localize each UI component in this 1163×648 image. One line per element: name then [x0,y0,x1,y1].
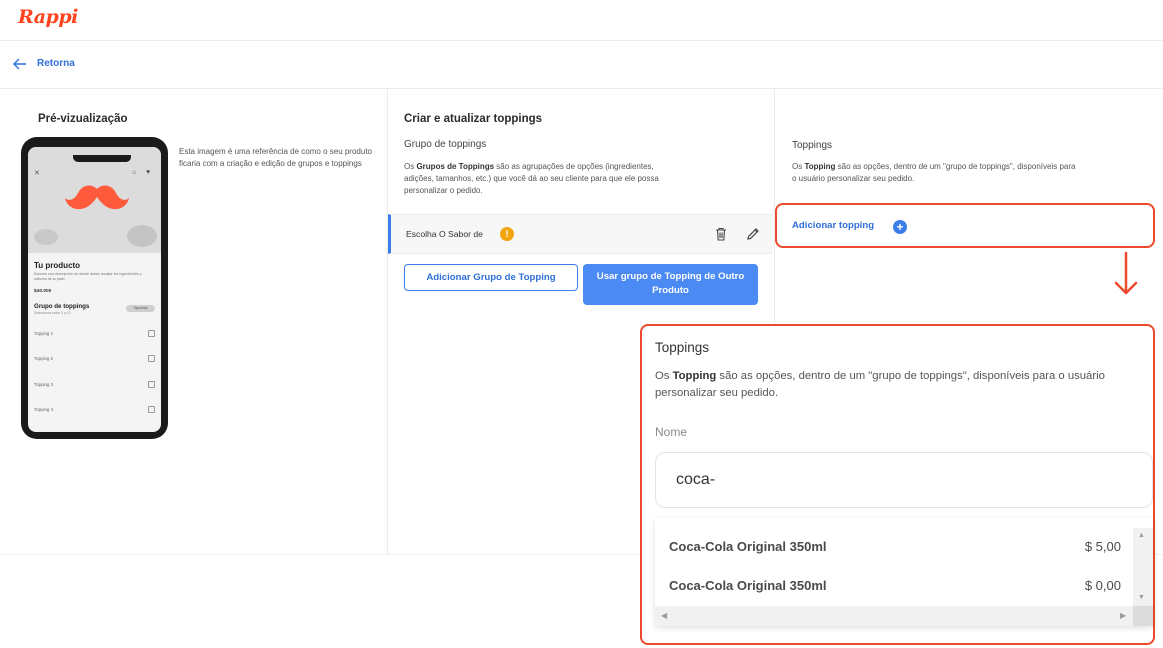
checkbox-icon [148,381,155,388]
autocomplete-dropdown: Coca-Cola Original 350ml $ 5,00 Coca-Col… [655,518,1153,626]
create-title: Criar e atualizar toppings [404,113,543,125]
arrow-left-icon[interactable] [12,56,28,72]
phone-optional-badge: Opcional [126,305,155,312]
scroll-up-icon[interactable]: ▲ [1138,532,1145,539]
arrow-down-icon [1114,251,1138,295]
preview-description: Esta imagem é uma referência de como o s… [179,147,372,168]
group-description: Os Grupos de Toppings são as agrupações … [404,162,659,195]
back-link[interactable]: Retorna [37,58,75,69]
checkbox-icon [148,330,155,337]
phone-topping-item: Topping 4 [34,405,155,415]
toppings-title: Toppings [792,140,833,151]
toppings-description: Os Topping são as opções, dentro de um "… [792,162,1076,183]
mustache-icon [65,185,129,210]
preview-title: Pré-vizualização [38,113,128,125]
scroll-right-icon[interactable]: ▶ [1120,611,1126,620]
topping-name-input[interactable]: coca- [655,452,1153,508]
trash-icon[interactable] [713,226,729,242]
close-icon: ✕ [34,170,40,177]
checkbox-icon [148,406,155,413]
horizontal-scrollbar[interactable]: ◀ ▶ [655,606,1133,626]
back-row: Retorna [0,41,1163,89]
name-field-label: Nome [655,425,688,439]
scroll-down-icon[interactable]: ▼ [1138,594,1145,601]
phone-topping-item: Topping 1 [34,329,155,339]
highlight-box [775,203,1155,248]
heart-icon: ♥ [146,169,151,176]
add-group-button[interactable]: Adicionar Grupo de Topping [404,264,578,291]
rappi-logo[interactable]: Rappi [18,6,78,28]
phone-price: $40.000 [34,289,52,294]
phone-product-title: Tu producto [34,261,81,270]
dropdown-option[interactable]: Coca-Cola Original 350ml $ 0,00 [669,578,1121,598]
home-icon: ⌂ [132,169,137,176]
top-bar: Rappi [0,0,1163,41]
zoom-title: Toppings [655,340,710,355]
topping-group-row[interactable]: Escolha O Sabor de ! [388,214,773,254]
checkbox-icon [148,355,155,362]
phone-group-sub: Selecciona entre 3 y 10 [34,311,71,315]
phone-product-desc: Estoces una descripción de donde debes r… [34,272,142,281]
phone-screen: ✕ ⌂ ♥ Tu producto Estoces una descripció… [28,147,161,432]
zoom-description: Os Topping são as opções, dentro de um "… [655,370,1105,399]
column-divider [387,89,388,554]
dropdown-option[interactable]: Coca-Cola Original 350ml $ 5,00 [669,539,1121,559]
phone-topping-item: Topping 3 [34,380,155,390]
group-subtitle: Grupo de toppings [404,139,487,150]
phone-notch [73,155,131,162]
phone-topping-item: Topping 2 [34,354,155,364]
use-group-button[interactable]: Usar grupo de Topping de Outro Produto [583,264,758,305]
scroll-left-icon[interactable]: ◀ [661,611,667,620]
phone-mockup: ✕ ⌂ ♥ Tu producto Estoces una descripció… [21,137,168,439]
exclamation-icon: ! [500,227,514,241]
phone-group-title: Grupo de toppings [34,303,90,310]
group-name: Escolha O Sabor de [406,229,483,239]
vertical-scrollbar[interactable]: ▲ ▼ [1133,528,1153,606]
pencil-icon[interactable] [745,226,761,242]
